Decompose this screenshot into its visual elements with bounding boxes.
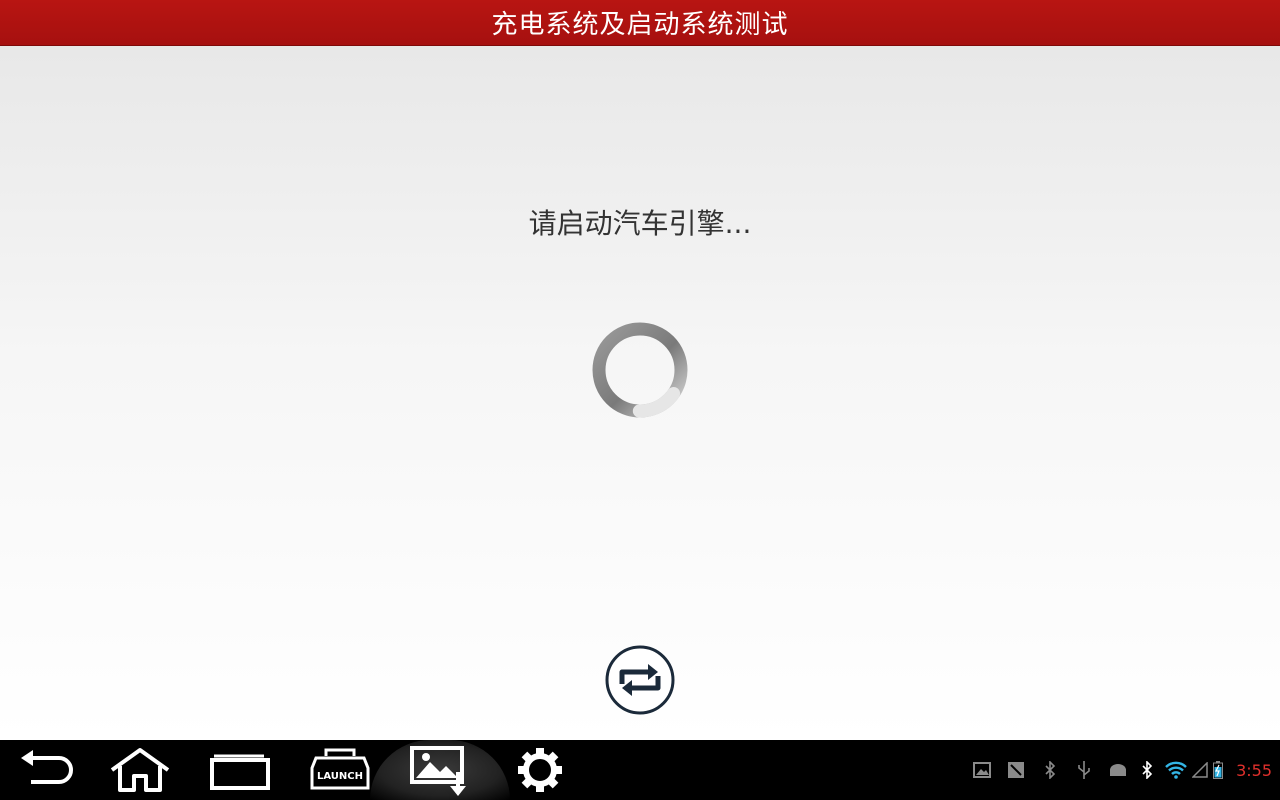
usb-icon	[1072, 758, 1096, 782]
back-arrow-icon	[21, 750, 73, 784]
launch-label: LAUNCH	[317, 771, 363, 782]
clock: 3:55	[1236, 760, 1272, 780]
loading-spinner-icon	[592, 322, 688, 418]
launch-icon: LAUNCH	[310, 748, 370, 790]
repeat-button[interactable]	[604, 644, 676, 716]
signal-icon	[1192, 758, 1208, 782]
battery-icon	[1212, 758, 1224, 782]
android-debug-icon	[1106, 758, 1130, 782]
main-content: 请启动汽车引擎...	[0, 46, 1280, 740]
home-button[interactable]	[95, 740, 185, 800]
home-icon	[110, 748, 170, 792]
status-area[interactable]: 3:55	[970, 740, 1280, 800]
notification-icon	[1004, 758, 1028, 782]
recent-apps-button[interactable]	[195, 740, 285, 800]
page-title: 充电系统及启动系统测试	[491, 10, 789, 40]
recent-apps-icon	[210, 754, 270, 790]
back-button[interactable]	[0, 740, 90, 800]
instruction-message: 请启动汽车引擎...	[528, 207, 752, 240]
bluetooth-icon	[1140, 758, 1154, 782]
gear-icon	[518, 748, 562, 792]
screenshot-icon	[410, 746, 466, 796]
wifi-icon	[1164, 758, 1188, 782]
system-nav-bar: LAUNCH 3:55	[0, 740, 1280, 800]
bluetooth-notification-icon	[1038, 758, 1062, 782]
image-notification-icon	[970, 758, 994, 782]
screenshot-button[interactable]	[370, 740, 510, 800]
settings-button[interactable]	[495, 740, 585, 800]
app-window: 充电系统及启动系统测试 请启动汽车引擎... LAUNCH 3:55	[0, 0, 1280, 800]
title-bar: 充电系统及启动系统测试	[0, 0, 1280, 46]
